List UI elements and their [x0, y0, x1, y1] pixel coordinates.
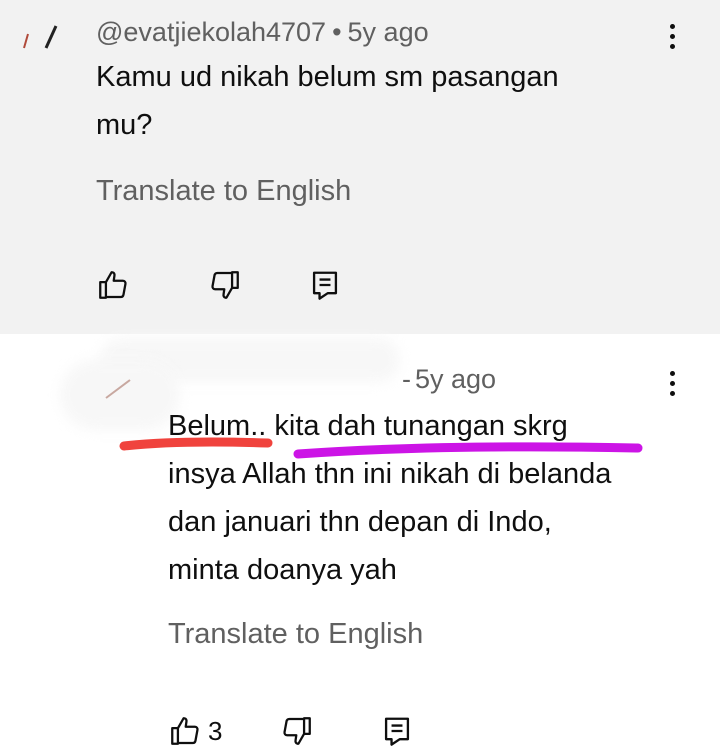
like-count: 3 [208, 715, 223, 746]
comment-text-line: minta doanya yah [168, 554, 397, 586]
comment-author[interactable]: @evatjiekolah4707 [96, 17, 326, 47]
comment-text: Kamu ud nikah belum sm pasangan mu? [96, 53, 559, 149]
purple-underline-mark [293, 442, 643, 459]
thumbs-down-icon [283, 717, 311, 745]
comment-text-line: Kamu ud nikah belum sm pasangan [96, 61, 559, 93]
reply-button[interactable] [310, 268, 340, 302]
reply-icon [384, 717, 410, 746]
more-vert-icon[interactable] [662, 369, 682, 399]
comment-time: 5y ago [347, 17, 429, 47]
comment-text-line: dan januari thn depan di Indo, [168, 506, 552, 538]
more-vert-icon[interactable] [662, 22, 682, 52]
like-button[interactable] [96, 268, 136, 302]
comment-text: Belum.. kita dah tunangan skrg insya All… [168, 402, 611, 594]
red-underline-mark [119, 437, 273, 451]
dislike-button[interactable] [280, 714, 314, 748]
thumbs-up-icon [99, 271, 127, 299]
translate-button[interactable]: Translate to English [96, 175, 351, 208]
comment-text-line: mu? [96, 109, 153, 141]
reply-icon [312, 271, 338, 300]
separator-dot: - [402, 364, 411, 394]
reply-button[interactable] [382, 714, 412, 748]
comment-1: @evatjiekolah4707 • 5y ago Kamu ud nikah b… [0, 0, 720, 334]
like-button[interactable]: 3 [168, 714, 222, 748]
separator-dot: • [332, 17, 342, 47]
comment-meta: @evatjiekolah4707 • 5y ago [96, 17, 429, 48]
avatar[interactable] [14, 18, 84, 58]
comment-meta: -5y ago [390, 364, 496, 395]
comment-2: -5y ago Belum.. kita dah tunangan skrg i… [0, 334, 720, 754]
thumbs-up-icon [171, 717, 199, 745]
avatar[interactable] [100, 374, 140, 404]
translate-button[interactable]: Translate to English [168, 618, 423, 651]
thumbs-down-icon [211, 271, 239, 299]
comment-time: 5y ago [415, 364, 497, 394]
dislike-button[interactable] [208, 268, 242, 302]
